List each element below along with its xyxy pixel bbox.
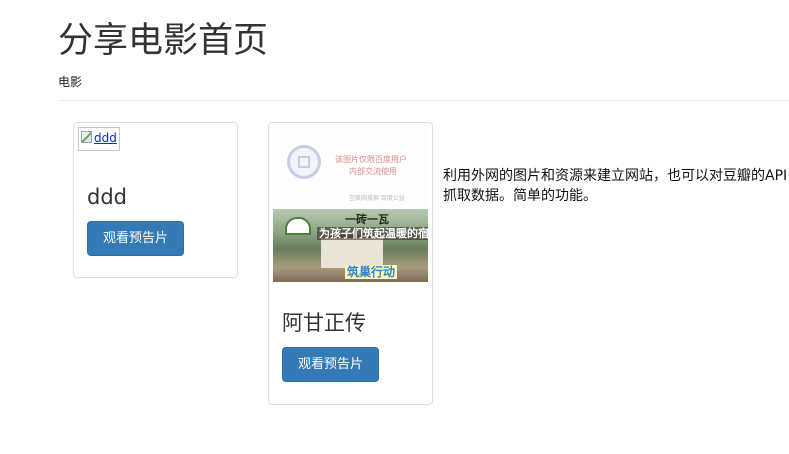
poster-headline-2: 为孩子们筑起温暖的宿舍 (317, 227, 428, 240)
poster-note-line-1: 该图片仅限百度用户 (335, 155, 407, 164)
movie-title: 阿甘正传 (282, 311, 366, 335)
poster-note-line-2: 内部交流使用 (349, 167, 397, 176)
broken-image-icon (81, 131, 92, 143)
poster-slogan: 筑巢行动 (345, 265, 398, 279)
page: 分享电影首页 电影 ddd ddd 观看预告片 该图片仅限百度用户 内部交流使用… (0, 0, 789, 454)
charity-logo-icon (285, 217, 311, 235)
poster-photo-area: 一砖一瓦 为孩子们筑起温暖的宿舍 筑巢行动 (273, 209, 428, 282)
movie-poster-image[interactable]: ddd (78, 127, 120, 151)
watch-trailer-button[interactable]: 观看预告片 (87, 221, 184, 256)
poster-source-text: 互联网搜索 百度公益 (349, 195, 405, 202)
poster-headline-1: 一砖一瓦 (345, 213, 389, 226)
poster-watermark-area: 该图片仅限百度用户 内部交流使用 互联网搜索 百度公益 (273, 127, 428, 209)
intro-text: 利用外网的图片和资源来建立网站，也可以对豆瓣的API抓取数据。简单的功能。 (443, 168, 788, 204)
watermark-logo-icon (287, 145, 321, 179)
header-divider (58, 100, 789, 101)
movie-poster-image[interactable]: 该图片仅限百度用户 内部交流使用 互联网搜索 百度公益 一砖一瓦 为孩子们筑起温… (273, 127, 428, 282)
page-title: 分享电影首页 (58, 21, 269, 61)
image-alt-text: ddd (94, 131, 117, 145)
watch-trailer-button[interactable]: 观看预告片 (282, 347, 379, 382)
movie-card: 该图片仅限百度用户 内部交流使用 互联网搜索 百度公益 一砖一瓦 为孩子们筑起温… (268, 122, 433, 405)
nav-link-movies[interactable]: 电影 (58, 74, 82, 90)
movie-card: ddd ddd 观看预告片 (73, 122, 238, 278)
movie-title: ddd (87, 185, 127, 209)
